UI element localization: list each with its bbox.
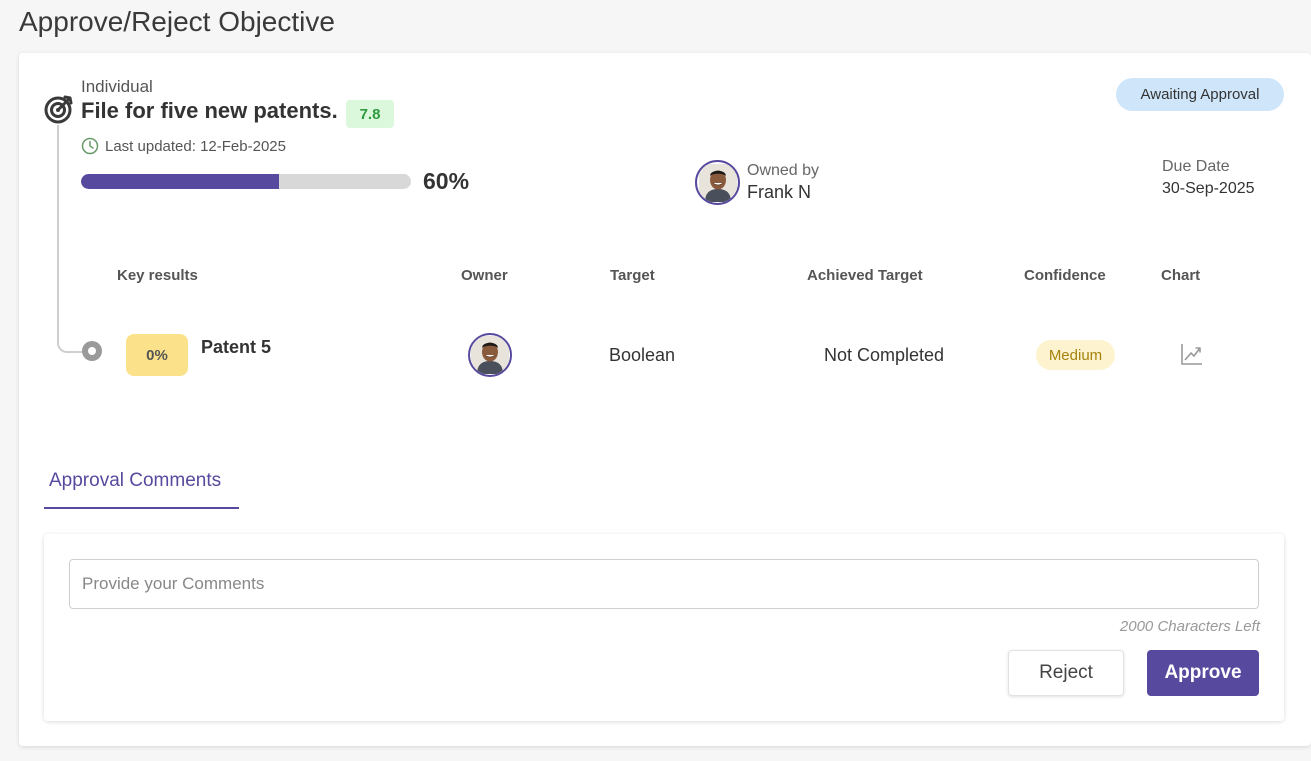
objective-progress-percent: 60% <box>423 168 470 194</box>
due-date-label: Due Date <box>1162 158 1230 175</box>
objective-progress-fill <box>81 174 279 189</box>
reject-button[interactable]: Reject <box>1008 650 1124 696</box>
page-title: Approve/Reject Objective <box>19 6 335 37</box>
status-badge: Awaiting Approval <box>1116 78 1284 111</box>
column-header-chart: Chart <box>1161 267 1201 284</box>
approve-button[interactable]: Approve <box>1147 650 1259 696</box>
last-updated-text: Last updated: 12-Feb-2025 <box>105 137 286 155</box>
owner-label: Owned by <box>747 162 820 179</box>
objective-progress-bar <box>81 174 411 189</box>
due-date-value: 30-Sep-2025 <box>1162 180 1255 197</box>
objective-title[interactable]: File for five new patents. <box>81 98 338 124</box>
key-result-progress-badge: 0% <box>126 334 188 376</box>
column-header-key-results: Key results <box>117 267 198 284</box>
tree-connector <box>57 125 93 353</box>
tab-approval-comments[interactable]: Approval Comments <box>44 466 239 509</box>
person-avatar-icon <box>698 163 737 202</box>
owner-name: Frank N <box>747 182 812 202</box>
person-avatar-icon <box>471 336 509 374</box>
comment-panel: 2000 Characters Left Reject Approve <box>44 534 1284 721</box>
characters-left: 2000 Characters Left <box>1119 618 1260 635</box>
key-result-name[interactable]: Patent 5 <box>201 337 271 358</box>
objective-type: Individual <box>81 77 153 96</box>
key-result-owner-avatar[interactable] <box>468 333 512 377</box>
column-header-owner: Owner <box>461 267 508 284</box>
confidence-badge: Medium <box>1036 340 1115 370</box>
comments-input[interactable] <box>69 559 1259 609</box>
trend-chart-icon[interactable] <box>1180 342 1204 366</box>
column-header-confidence: Confidence <box>1024 267 1106 284</box>
owner-avatar[interactable] <box>695 160 740 205</box>
column-header-target: Target <box>610 267 655 284</box>
score-badge: 7.8 <box>346 100 394 128</box>
key-result-target: Boolean <box>609 345 676 365</box>
key-result-achieved: Not Completed <box>824 345 945 365</box>
column-header-achieved-target: Achieved Target <box>807 267 923 284</box>
last-updated: Last updated: 12-Feb-2025 <box>81 137 286 155</box>
key-result-node-icon <box>82 341 102 361</box>
target-icon <box>44 95 73 124</box>
objective-card: Individual File for five new patents. 7.… <box>19 53 1311 746</box>
